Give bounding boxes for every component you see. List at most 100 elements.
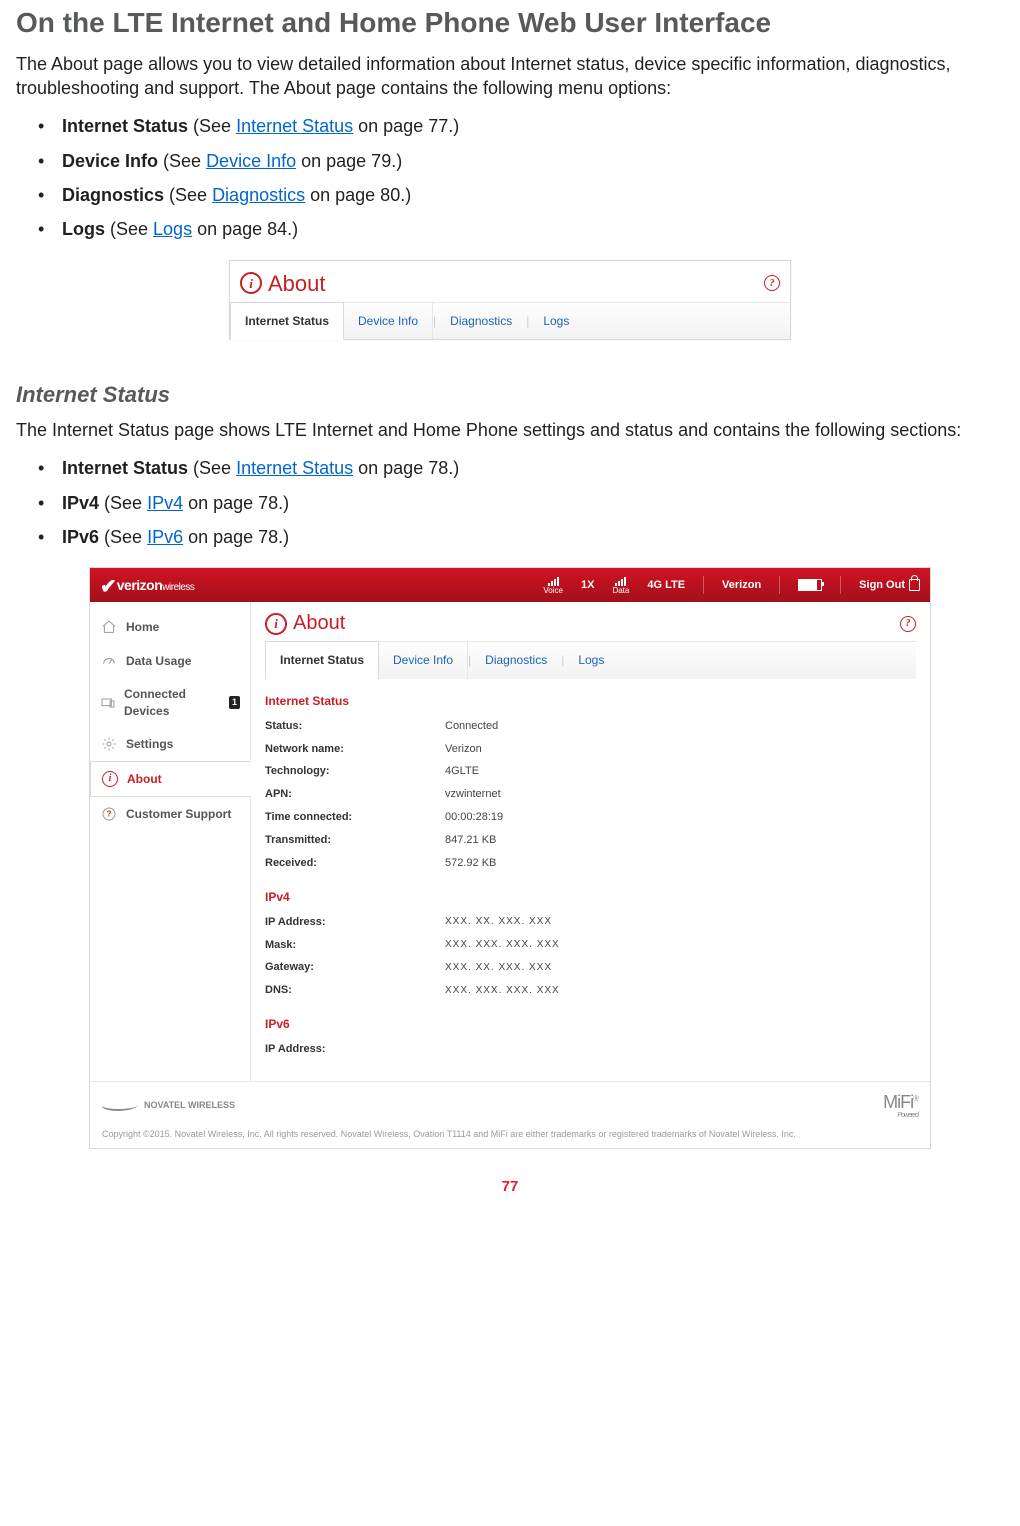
signal-bars-icon: [615, 576, 626, 586]
row-key: APN:: [265, 783, 445, 806]
xref-link[interactable]: IPv4: [147, 493, 183, 513]
table-row: Technology:4GLTE: [265, 760, 916, 783]
top-separator: [703, 576, 704, 594]
data-tech: 4G LTE: [647, 578, 685, 593]
sidebar-item-home[interactable]: Home: [90, 610, 250, 644]
help-icon[interactable]: ?: [900, 616, 916, 632]
list-item: IPv4 (See IPv4 on page 78.): [62, 491, 1004, 515]
tab-logs[interactable]: Logs: [529, 303, 583, 339]
list-item: Internet Status (See Internet Status on …: [62, 456, 1004, 480]
app-footer: NOVATEL WIRELESS MiFi® Powered: [90, 1081, 930, 1128]
sidebar-item-label: About: [127, 771, 162, 787]
sidebar-item-connected-devices[interactable]: Connected Devices 1: [90, 678, 250, 726]
sign-out-label: Sign Out: [859, 578, 905, 593]
tab-device-info[interactable]: Device Info: [344, 303, 433, 339]
row-value: [445, 1038, 916, 1061]
row-value: Verizon: [445, 738, 916, 761]
signal-bars-icon: [548, 576, 559, 586]
sidebar-item-label: Home: [126, 619, 159, 635]
table-row: APN:vzwinternet: [265, 783, 916, 806]
table-row: Transmitted:847.21 KB: [265, 829, 916, 852]
page-number: 77: [16, 1177, 1004, 1197]
item-pre: (See: [99, 493, 147, 513]
item-post: on page 77.): [353, 116, 459, 136]
item-bold: Internet Status: [62, 116, 188, 136]
xref-link[interactable]: Internet Status: [236, 458, 353, 478]
lock-icon: [909, 579, 920, 591]
gauge-icon: [100, 652, 118, 670]
row-key: Transmitted:: [265, 829, 445, 852]
voice-label: Voice: [543, 587, 563, 595]
tab-diagnostics[interactable]: Diagnostics: [436, 303, 526, 339]
sidebar-item-customer-support[interactable]: ? Customer Support: [90, 797, 250, 831]
row-key: IP Address:: [265, 1038, 445, 1061]
table-row: IP Address:XXX. XX. XXX. XXX: [265, 911, 916, 934]
mifi-text: MiFi: [883, 1092, 913, 1112]
item-pre: (See: [99, 527, 147, 547]
xref-link[interactable]: Diagnostics: [212, 185, 305, 205]
gear-icon: [100, 735, 118, 753]
voice-signal: Voice: [543, 576, 563, 595]
content-area: i About ? Internet Status Device Info | …: [251, 602, 930, 1081]
tab-logs[interactable]: Logs: [564, 642, 618, 678]
item-bold: IPv6: [62, 527, 99, 547]
item-post: on page 80.): [305, 185, 411, 205]
app-screenshot: ✔ verizonwireless Voice 1X Data 4G LTE V…: [89, 567, 931, 1149]
sidebar-item-label: Connected Devices: [124, 686, 221, 718]
xref-link[interactable]: Internet Status: [236, 116, 353, 136]
table-row: Gateway:XXX. XX. XXX. XXX: [265, 956, 916, 979]
item-pre: (See: [158, 151, 206, 171]
ipv6-table: IP Address:: [265, 1038, 916, 1061]
verizon-check-icon: ✔: [100, 579, 117, 595]
item-pre: (See: [188, 116, 236, 136]
table-row: Status:Connected: [265, 715, 916, 738]
swoosh-icon: [100, 1099, 140, 1111]
content-tab-strip: Internet Status Device Info | Diagnostic…: [265, 641, 916, 678]
row-key: DNS:: [265, 979, 445, 1002]
item-bold: IPv4: [62, 493, 99, 513]
item-post: on page 84.): [192, 219, 298, 239]
item-pre: (See: [188, 458, 236, 478]
sidebar-item-settings[interactable]: Settings: [90, 727, 250, 761]
sidebar-item-data-usage[interactable]: Data Usage: [90, 644, 250, 678]
table-row: IP Address:: [265, 1038, 916, 1061]
item-pre: (See: [105, 219, 153, 239]
tab-strip: Internet Status Device Info | Diagnostic…: [230, 302, 790, 339]
tab-device-info[interactable]: Device Info: [379, 642, 468, 678]
about-tabs-panel-small: i About ? Internet Status Device Info | …: [229, 260, 791, 341]
carrier-name: Verizon: [722, 578, 761, 593]
row-value: XXX. XX. XXX. XXX: [445, 956, 916, 979]
intro-paragraph: The About page allows you to view detail…: [16, 52, 1004, 101]
info-icon: i: [240, 272, 262, 294]
list-item: Logs (See Logs on page 84.): [62, 217, 1004, 241]
xref-link[interactable]: IPv6: [147, 527, 183, 547]
sign-out-button[interactable]: Sign Out: [859, 578, 920, 593]
page-title: On the LTE Internet and Home Phone Web U…: [16, 4, 1004, 42]
content-title-text: About: [293, 610, 345, 637]
item-bold: Diagnostics: [62, 185, 164, 205]
sidebar-item-label: Settings: [126, 736, 173, 752]
row-value: 4GLTE: [445, 760, 916, 783]
row-key: Mask:: [265, 934, 445, 957]
row-value: Connected: [445, 715, 916, 738]
novatel-brand-text: NOVATEL WIRELESS: [144, 1099, 235, 1111]
menu-options-list-1: Internet Status (See Internet Status on …: [16, 114, 1004, 241]
section-heading-internet-status: Internet Status: [16, 380, 1004, 410]
xref-link[interactable]: Logs: [153, 219, 192, 239]
help-icon[interactable]: ?: [764, 275, 780, 291]
content-title: i About: [265, 610, 345, 637]
row-key: Received:: [265, 852, 445, 875]
tab-diagnostics[interactable]: Diagnostics: [471, 642, 561, 678]
tab-internet-status[interactable]: Internet Status: [230, 302, 344, 340]
sidebar-item-label: Customer Support: [126, 806, 231, 822]
devices-icon: [100, 694, 116, 712]
row-key: Time connected:: [265, 806, 445, 829]
top-separator: [840, 576, 841, 594]
item-bold: Internet Status: [62, 458, 188, 478]
tab-internet-status[interactable]: Internet Status: [265, 641, 379, 679]
row-key: Technology:: [265, 760, 445, 783]
xref-link[interactable]: Device Info: [206, 151, 296, 171]
item-post: on page 78.): [183, 493, 289, 513]
sidebar: Home Data Usage Connected Devices 1 Sett…: [90, 602, 251, 1081]
sidebar-item-about[interactable]: i About: [90, 761, 251, 797]
